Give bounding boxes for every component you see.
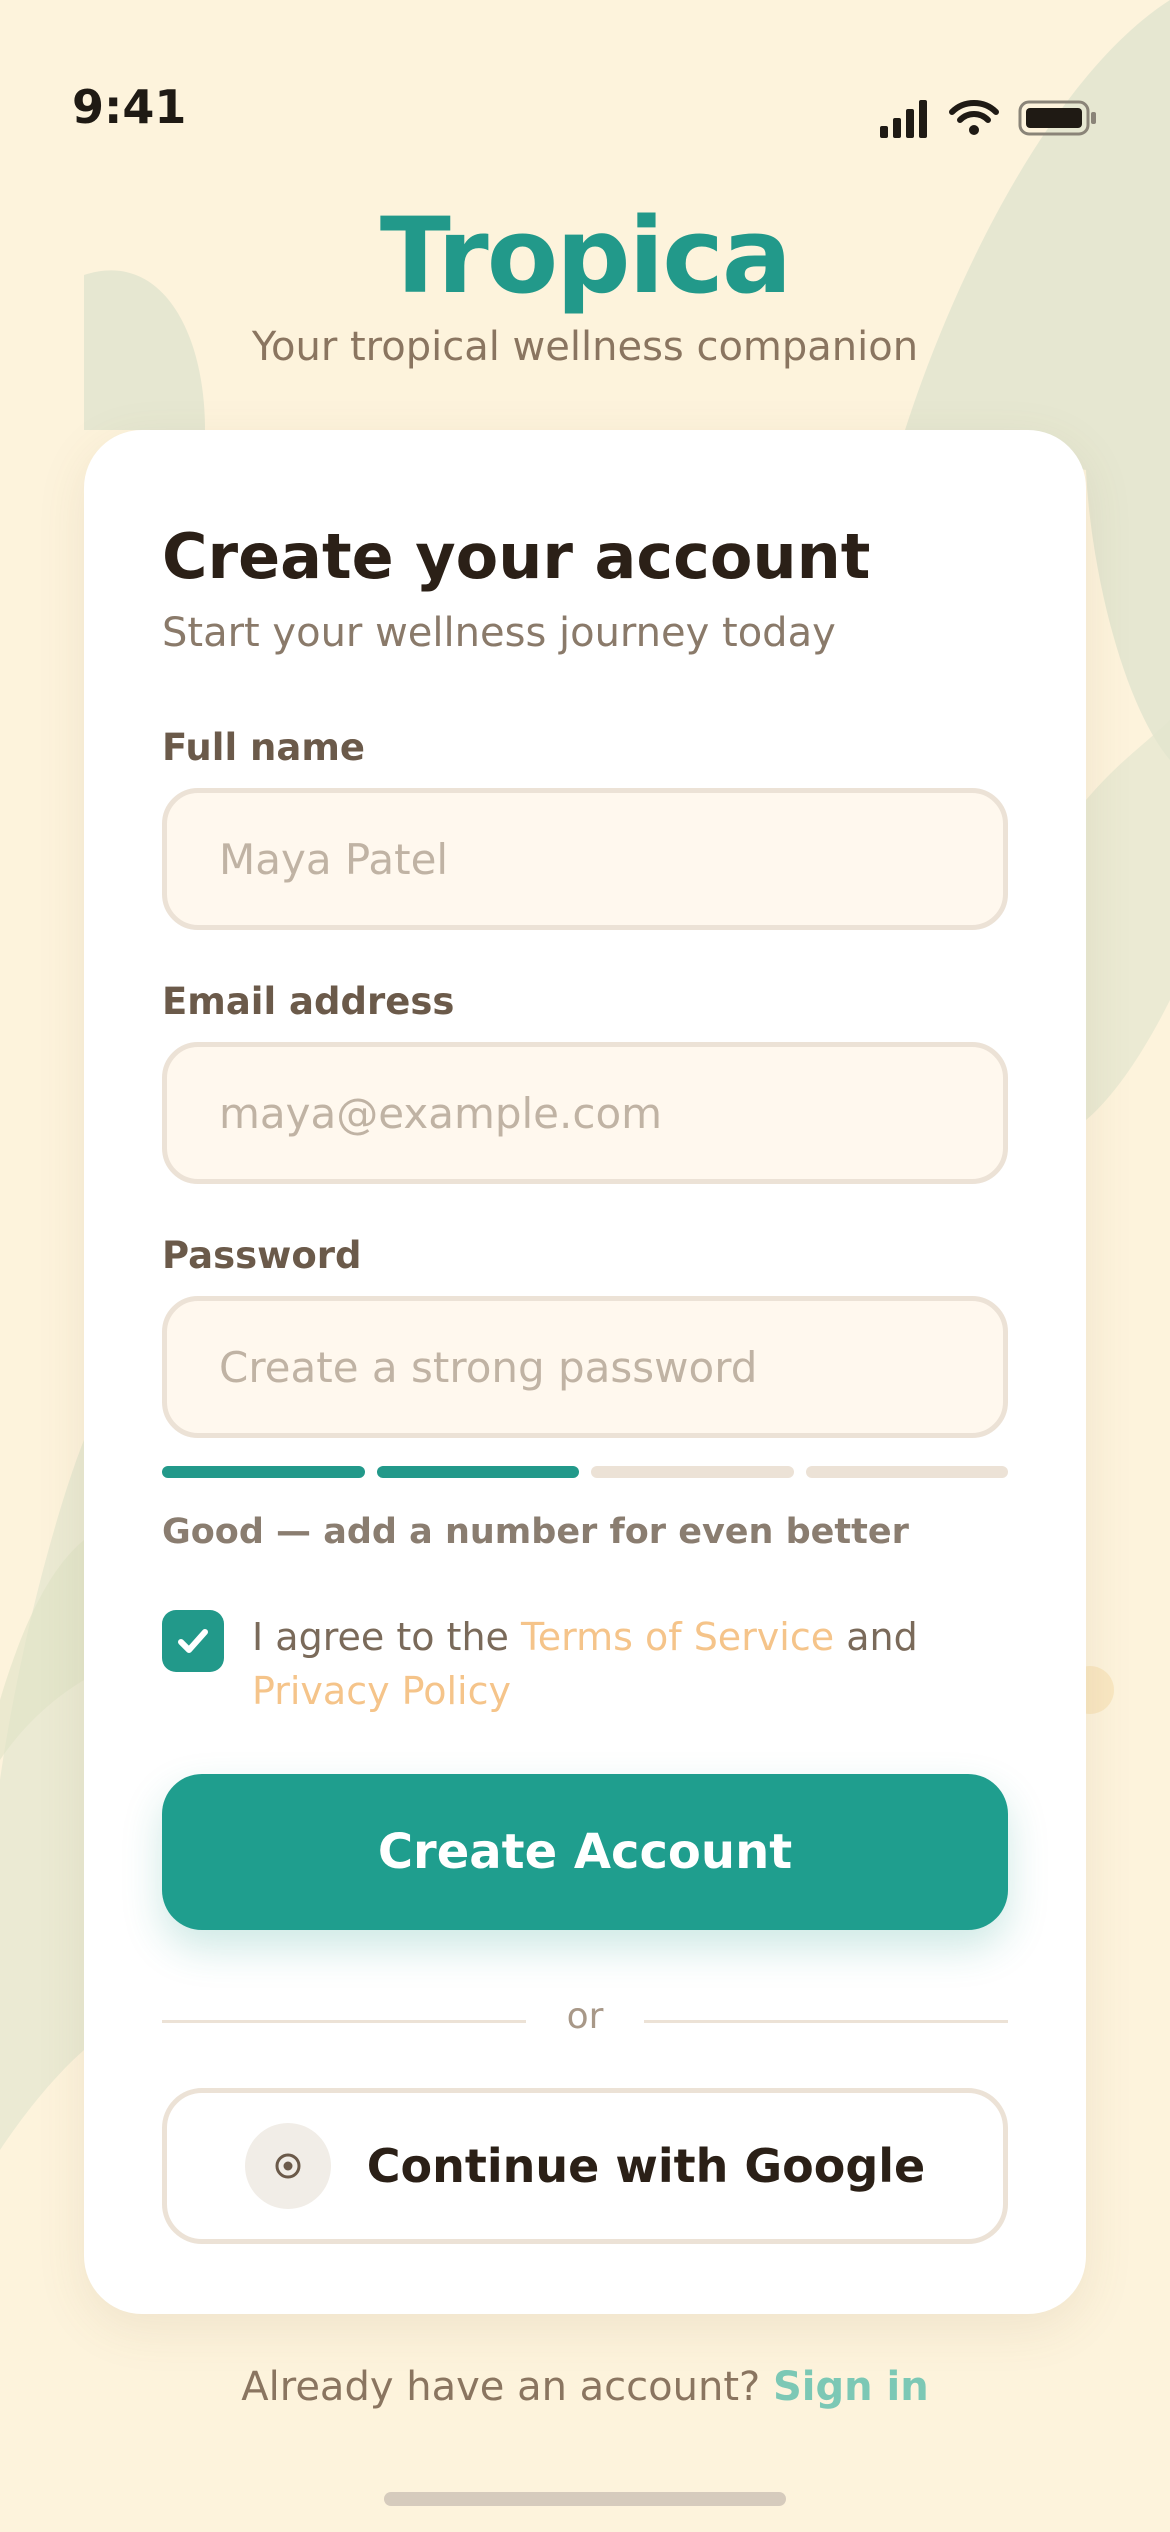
signin-prompt-text: Already have an account? xyxy=(241,2364,761,2410)
status-time: 9:41 xyxy=(72,80,187,134)
terms-agreement-text: I agree to the Terms of Service and Priv… xyxy=(252,1610,1012,1718)
home-indicator[interactable] xyxy=(384,2492,786,2506)
privacy-policy-link[interactable]: Privacy Policy xyxy=(252,1669,511,1713)
strength-segment-4 xyxy=(805,1466,1008,1478)
status-icons xyxy=(880,98,1098,138)
full-name-input[interactable] xyxy=(162,788,1008,930)
strength-segment-3 xyxy=(591,1466,794,1478)
sign-in-link[interactable]: Sign in xyxy=(773,2364,929,2410)
full-name-label: Full name xyxy=(162,726,365,769)
battery-icon xyxy=(1018,100,1096,136)
strength-segment-2 xyxy=(376,1466,579,1478)
create-account-button[interactable]: Create Account xyxy=(162,1774,1008,1930)
agreement-prefix: I agree to the xyxy=(252,1615,521,1659)
email-input[interactable] xyxy=(162,1042,1008,1184)
google-button-label: Continue with Google xyxy=(366,2139,926,2193)
strength-segment-1 xyxy=(162,1466,365,1478)
signup-card: Create your account Start your wellness … xyxy=(84,430,1086,2314)
password-label: Password xyxy=(162,1234,362,1277)
terms-of-service-link[interactable]: Terms of Service xyxy=(521,1615,834,1659)
brand-header: Tropica Your tropical wellness companion xyxy=(0,196,1170,370)
google-icon xyxy=(244,2123,331,2209)
password-strength-meter xyxy=(162,1466,1008,1478)
status-bar: 9:41 xyxy=(0,0,1170,180)
terms-checkbox[interactable] xyxy=(162,1610,224,1672)
email-label: Email address xyxy=(162,980,455,1023)
agreement-middle: and xyxy=(834,1615,918,1659)
checkmark-icon xyxy=(178,1629,208,1653)
divider-line-right xyxy=(644,2020,1008,2023)
app-logo-title: Tropica xyxy=(379,195,792,317)
or-divider: or xyxy=(162,1990,1008,2050)
divider-text: or xyxy=(566,1996,604,2037)
continue-with-google-button[interactable]: Continue with Google xyxy=(162,2088,1008,2244)
form-subtitle: Start your wellness journey today xyxy=(162,610,836,656)
password-strength-message: Good — add a number for even better xyxy=(162,1512,909,1552)
wifi-icon xyxy=(949,100,999,135)
form-title: Create your account xyxy=(162,520,871,593)
password-input[interactable] xyxy=(162,1296,1008,1438)
app-tagline: Your tropical wellness companion xyxy=(251,324,919,370)
signin-prompt: Already have an account? Sign in xyxy=(0,2364,1170,2410)
cellular-signal-icon xyxy=(880,100,927,138)
google-icon-glyph xyxy=(275,2153,301,2179)
